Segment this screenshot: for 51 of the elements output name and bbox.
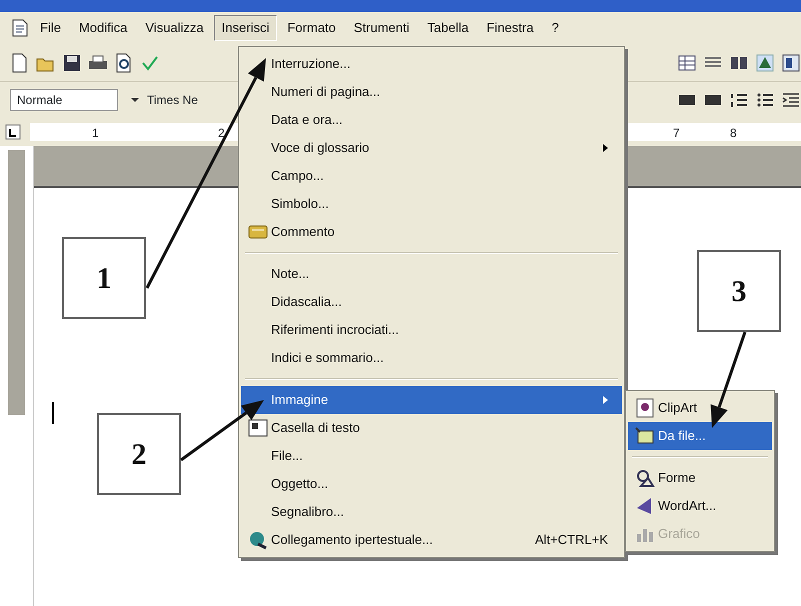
menu-item[interactable]: Didascalia... xyxy=(241,288,622,316)
menu-item[interactable]: Forme xyxy=(628,464,772,492)
font-dropdown[interactable]: Times Ne xyxy=(124,89,244,111)
ruler-number: 7 xyxy=(673,125,680,142)
menu-item[interactable]: Segnalibro... xyxy=(241,498,622,526)
menu-bar-item[interactable]: Formato xyxy=(279,15,344,41)
menu-item[interactable]: Immagine xyxy=(241,386,622,414)
menu-item[interactable]: Note... xyxy=(241,260,622,288)
submenu-arrow-icon xyxy=(603,144,608,152)
menu-bar-item[interactable]: Tabella xyxy=(419,15,477,41)
menu-item[interactable]: File... xyxy=(241,442,622,470)
menu-item[interactable]: Commento xyxy=(241,218,622,246)
text-box-icon xyxy=(248,418,268,438)
menu-item[interactable]: Indici e sommario... xyxy=(241,344,622,372)
ruler-number: 8 xyxy=(730,125,737,142)
menu-bar-item[interactable]: File xyxy=(32,15,69,41)
style-dropdown[interactable]: Normale xyxy=(10,89,118,111)
text-cursor xyxy=(52,402,54,424)
menu-bar-item[interactable]: Finestra xyxy=(478,15,542,41)
menu-item[interactable]: Oggetto... xyxy=(241,470,622,498)
menu-item[interactable]: ClipArt xyxy=(628,394,772,422)
menu-item[interactable]: Data e ora... xyxy=(241,106,622,134)
number-callout: 2 xyxy=(97,413,181,495)
drawing-icon[interactable] xyxy=(755,52,775,72)
clipart-icon xyxy=(635,398,655,418)
ruler-number: 1 xyxy=(92,125,99,142)
menu-item[interactable]: Numeri di pagina... xyxy=(241,78,622,106)
menu-item[interactable]: Campo... xyxy=(241,162,622,190)
menu-bar-item[interactable]: Modifica xyxy=(70,15,136,41)
table-icon[interactable] xyxy=(677,52,697,72)
number-callout: 1 xyxy=(62,237,146,319)
save-icon[interactable] xyxy=(62,52,82,72)
document-map-icon[interactable] xyxy=(781,52,801,72)
menu-item[interactable]: Simbolo... xyxy=(241,190,622,218)
document-icon[interactable] xyxy=(10,18,30,38)
menu-bar-item[interactable]: Inserisci xyxy=(214,15,278,41)
menu-item[interactable]: Riferimenti incrociati... xyxy=(241,316,622,344)
menu-item[interactable]: WordArt... xyxy=(628,492,772,520)
caret-icon[interactable] xyxy=(131,96,139,104)
menu-item[interactable]: Casella di testo xyxy=(241,414,622,442)
submenu-arrow-icon xyxy=(603,396,608,404)
menu-item[interactable]: Voce di glossario xyxy=(241,134,622,162)
menu-item[interactable]: Da file... xyxy=(628,422,772,450)
menu-bar-item[interactable]: ? xyxy=(544,15,567,41)
menu-bar-item[interactable]: Strumenti xyxy=(346,15,418,41)
image-file-icon xyxy=(635,426,655,446)
ruler-number: 2 xyxy=(218,125,225,142)
menu-bar-item[interactable]: Visualizza xyxy=(137,15,212,41)
number-callout: 3 xyxy=(697,250,781,332)
menu-item[interactable]: Collegamento ipertestuale... Alt+CTRL+K xyxy=(241,526,622,554)
shapes-icon xyxy=(635,468,655,488)
